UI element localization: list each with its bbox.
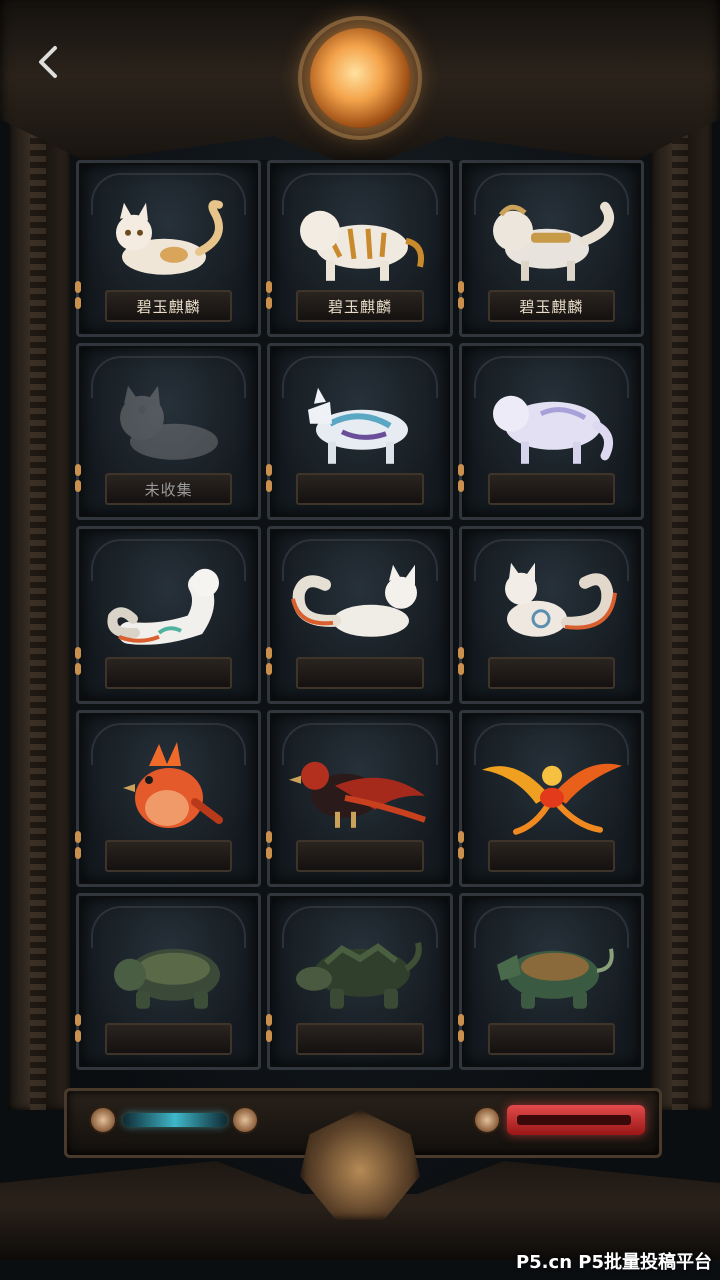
left-ornate-border (8, 110, 70, 1110)
gold-stud (457, 281, 464, 293)
gold-stud (75, 281, 81, 293)
creature-slot[interactable] (457, 892, 644, 1070)
white-fox-figure (285, 563, 435, 653)
white-lavender-wolf-figure (481, 380, 621, 470)
bronze-knob-icon (91, 1108, 115, 1132)
creature-name-label (105, 656, 233, 689)
gold-stud (75, 830, 81, 843)
creature-name-label: 碧玉麒麟 (296, 290, 424, 323)
gold-stud (266, 281, 273, 293)
creature-slot[interactable] (266, 526, 453, 704)
gold-stud (457, 647, 464, 660)
gold-stud (457, 464, 464, 477)
gold-stud (457, 1013, 464, 1026)
creature-slot[interactable]: 碧玉麒麟 (266, 160, 453, 338)
right-ornate-border (650, 110, 712, 1110)
creature-slot[interactable]: 碧玉麒麟 (457, 160, 644, 338)
back-button[interactable] (24, 38, 72, 86)
white-ferret-figure (99, 563, 239, 653)
glowing-orb-icon (310, 28, 410, 128)
dark-turtle-figure (104, 929, 234, 1019)
creature-slot[interactable]: 碧玉麒麟 (75, 160, 262, 338)
gold-stud (75, 464, 81, 477)
chevron-left-icon (39, 46, 57, 78)
red-bird-figure (109, 740, 229, 840)
creature-slot[interactable] (457, 526, 644, 704)
creature-name-label (487, 839, 615, 872)
creature-slot[interactable] (457, 709, 644, 887)
creature-slot[interactable] (75, 526, 262, 704)
creature-slot[interactable] (75, 709, 262, 887)
green-snapping-turtle-figure (290, 929, 430, 1019)
gold-stud (266, 647, 273, 660)
gold-stud (266, 1013, 273, 1026)
blue-energy-bar (123, 1113, 227, 1127)
creature-slot[interactable] (457, 343, 644, 521)
golden-armored-beast-figure (481, 196, 621, 286)
creature-name-label (487, 473, 615, 506)
jade-dragon-turtle-figure (481, 929, 621, 1019)
gold-stud (266, 830, 273, 843)
flame-phoenix-figure (476, 746, 626, 836)
gold-stud (457, 830, 464, 843)
creature-name-label: 碧玉麒麟 (105, 290, 233, 323)
creature-slot[interactable] (266, 343, 453, 521)
bronze-knob-icon (475, 1108, 499, 1132)
creature-slot[interactable] (266, 709, 453, 887)
white-cat-figure (104, 196, 234, 286)
grey-cat-silhouette (104, 380, 234, 470)
gold-stud (75, 647, 81, 660)
white-fox-spirit-figure (481, 562, 621, 653)
creature-slot-locked[interactable]: 未收集 (75, 343, 262, 521)
creature-name-label: 碧玉麒麟 (487, 290, 615, 323)
red-action-button[interactable] (507, 1105, 645, 1135)
creature-name-label (487, 1022, 615, 1055)
creature-name-label (296, 1022, 424, 1055)
gold-stud (75, 1013, 81, 1026)
creature-slot[interactable] (266, 892, 453, 1070)
white-tiger-figure (290, 196, 430, 286)
creature-name-label: 未收集 (105, 473, 233, 506)
blue-white-wolf-figure (290, 380, 430, 470)
creature-name-label (487, 656, 615, 689)
red-black-raven-figure (285, 746, 435, 836)
creature-name-label (105, 1022, 233, 1055)
watermark: P5.cn P5批量投稿平台 (515, 1252, 712, 1273)
bronze-knob-icon (233, 1108, 257, 1132)
creature-name-label (296, 656, 424, 689)
gold-stud (266, 464, 273, 477)
creature-name-label (105, 839, 233, 872)
creature-slot[interactable] (75, 892, 262, 1070)
creature-collection-grid: 碧玉麒麟 碧玉麒麟 碧玉麒麟 未收集 (75, 160, 644, 1070)
creature-name-label (296, 473, 424, 506)
creature-name-label (296, 839, 424, 872)
